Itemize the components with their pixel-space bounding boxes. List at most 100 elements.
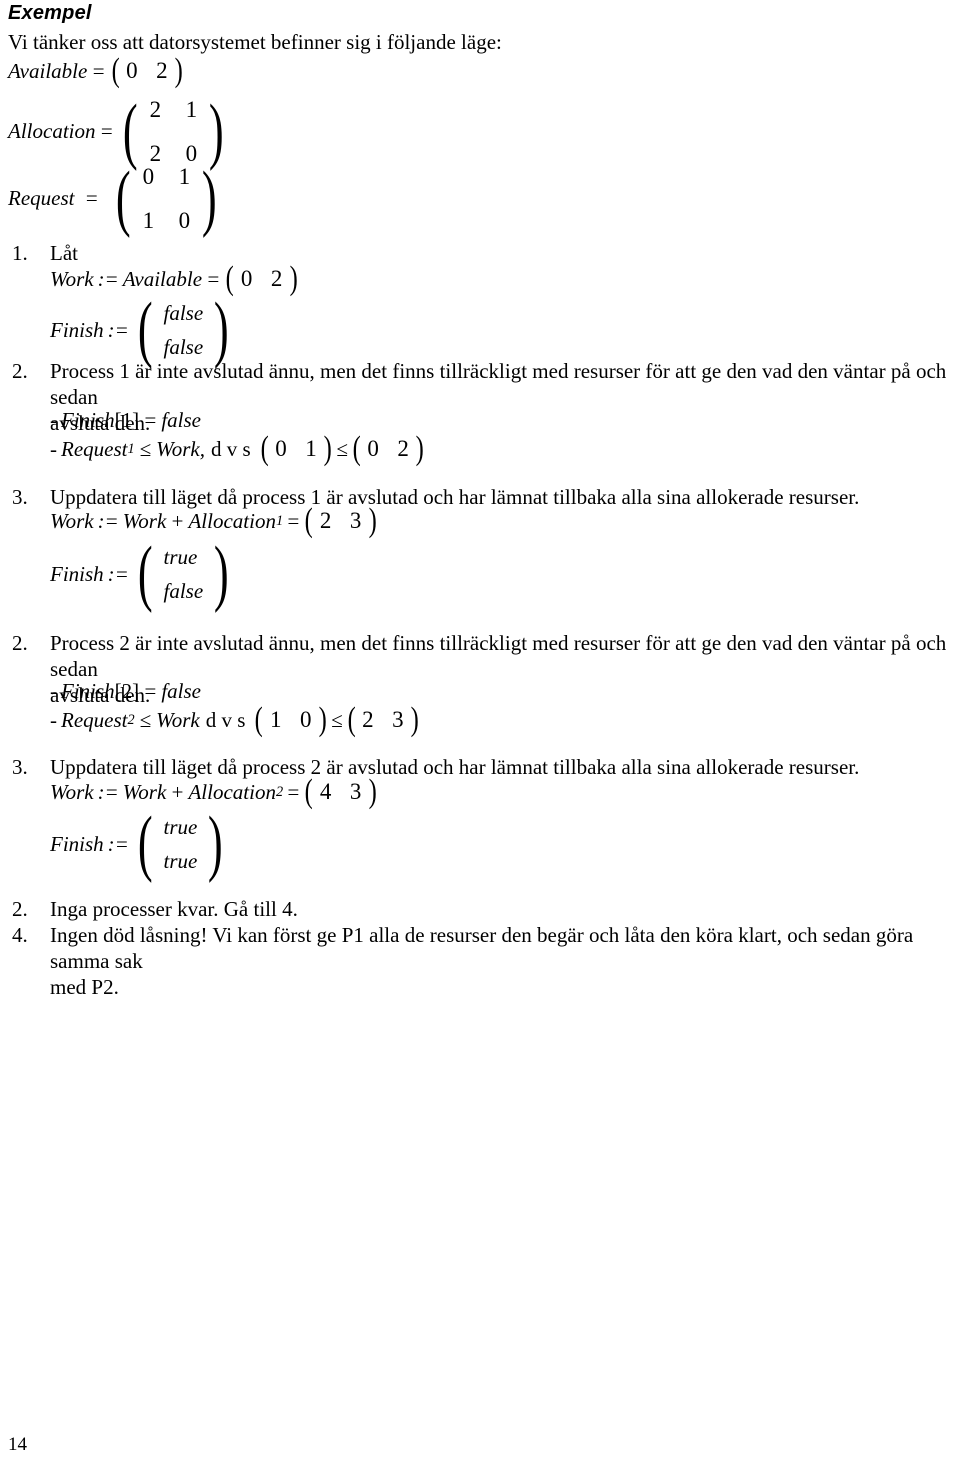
list-number: 4. bbox=[12, 923, 28, 947]
request2-left-vector: ( 1 0 ) bbox=[253, 703, 328, 737]
work-cells: 0 2 bbox=[236, 263, 288, 296]
allocation-label: Allocation bbox=[188, 779, 276, 804]
request-left-cells: 0 1 bbox=[270, 433, 322, 466]
request-equation: Request = ( 0 1 1 0 ) bbox=[8, 155, 222, 242]
work-label: Work bbox=[50, 266, 94, 291]
available-vector: ( 0 2 ) bbox=[110, 54, 185, 88]
assign-symbol: := bbox=[107, 831, 129, 856]
list-item-no-deadlock: 4. Ingen död låsning! Vi kan först ge P1… bbox=[12, 922, 960, 1000]
available-label: Available bbox=[8, 58, 88, 83]
finish-value: true bbox=[163, 545, 198, 569]
cell-value: 1 bbox=[142, 207, 155, 233]
finish-values: true false bbox=[158, 540, 210, 608]
cell-value: 2 bbox=[270, 266, 283, 291]
document-page: Exempel Vi tänker oss att datorsystemet … bbox=[0, 0, 960, 1473]
leq-symbol: ≤ bbox=[331, 707, 343, 732]
update1-work-vector: ( 2 3 ) bbox=[303, 504, 378, 538]
finish-index: [1] bbox=[114, 408, 140, 432]
finish-label: Finish bbox=[61, 679, 115, 703]
dash: - bbox=[50, 679, 57, 703]
work-label: Work, bbox=[156, 436, 205, 461]
finish-vector: ( true false ) bbox=[133, 532, 234, 615]
request2-left-cells: 1 0 bbox=[265, 704, 317, 737]
request-label: Request bbox=[8, 186, 75, 211]
step1-finish-equation: Finish := ( false false ) bbox=[50, 288, 234, 371]
process1-text-line1: Process 1 är inte avslutad ännu, men det… bbox=[50, 359, 947, 409]
request-cells: 0 1 1 0 bbox=[135, 155, 197, 242]
list-number: 3. bbox=[12, 755, 28, 779]
finish-value: true bbox=[163, 849, 198, 874]
paren-left: ( bbox=[352, 430, 361, 468]
work-label: Work bbox=[122, 508, 167, 533]
cell-value: 2 bbox=[397, 436, 409, 461]
list-number: 1. bbox=[12, 241, 28, 265]
vector-row: 0 2 bbox=[121, 55, 173, 88]
equals-symbol: = bbox=[143, 679, 158, 703]
plus-symbol: + bbox=[170, 508, 185, 533]
no-deadlock-line1: Ingen död låsning! Vi kan först ge P1 al… bbox=[50, 923, 914, 973]
request-subscript: 1 bbox=[127, 440, 135, 457]
request2-right-cells: 2 3 bbox=[357, 704, 409, 737]
cell-value: 1 bbox=[178, 164, 191, 189]
finish-values: false false bbox=[158, 296, 210, 364]
update2-work-vector: ( 4 3 ) bbox=[303, 773, 378, 811]
finish-value: false bbox=[161, 679, 202, 703]
cell-value: 3 bbox=[349, 779, 362, 804]
page-title: Exempel bbox=[8, 2, 92, 24]
list-number: 2. bbox=[12, 359, 28, 383]
cell-value: 0 bbox=[275, 436, 287, 461]
finish-values: true true bbox=[158, 810, 204, 878]
matrix-row: 0 1 bbox=[135, 155, 197, 199]
request2-right-vector: ( 2 3 ) bbox=[346, 703, 421, 737]
paren-right: ) bbox=[214, 532, 229, 615]
paren-right: ) bbox=[415, 430, 424, 468]
paren-left: ( bbox=[304, 773, 314, 811]
allocation-label: Allocation bbox=[8, 119, 96, 144]
update2-work-cells: 4 3 bbox=[315, 776, 367, 809]
assign-symbol: := bbox=[107, 317, 129, 342]
request-left-vector: ( 0 1 ) bbox=[259, 430, 334, 468]
leq-symbol: ≤ bbox=[336, 436, 348, 461]
work-label: Work bbox=[50, 779, 94, 804]
cell-value: 0 bbox=[367, 436, 379, 461]
paren-right: ) bbox=[368, 773, 377, 811]
cell-value: 0 bbox=[299, 707, 312, 732]
dash: - bbox=[50, 707, 57, 732]
vector-row: 0 2 bbox=[236, 263, 288, 296]
matrix-row: 1 0 bbox=[135, 199, 197, 243]
available-equals: = bbox=[91, 58, 106, 83]
finish-value: false bbox=[161, 408, 202, 432]
finish-label: Finish bbox=[50, 317, 104, 342]
allocation-label: Allocation bbox=[188, 508, 276, 533]
cell-value: 1 bbox=[185, 97, 198, 122]
finish-value: false bbox=[163, 301, 204, 325]
available-equation: Available = ( 0 2 ) bbox=[8, 54, 185, 88]
cell-value: 1 bbox=[269, 707, 282, 732]
paren-right: ) bbox=[289, 260, 298, 298]
vector-row: 0 2 bbox=[362, 433, 414, 466]
cell-value: 2 bbox=[319, 508, 332, 533]
request-equals: = bbox=[84, 186, 99, 211]
plus-symbol: + bbox=[170, 779, 185, 804]
cell-value: 2 bbox=[362, 707, 374, 732]
leq-symbol: ≤ bbox=[139, 707, 152, 732]
list-body: Inga processer kvar. Gå till 4. bbox=[50, 896, 952, 922]
leq-symbol: ≤ bbox=[139, 436, 152, 461]
paren-left: ( bbox=[260, 430, 269, 468]
dash: - bbox=[50, 436, 57, 461]
allocation-subscript: 2 bbox=[275, 783, 284, 800]
paren-right: ) bbox=[209, 89, 225, 172]
process1-request-condition: - Request 1 ≤ Work, d v s ( 0 1 ) ≤ ( 0 … bbox=[50, 430, 426, 468]
cell-value: 0 bbox=[142, 164, 155, 189]
process2-finish-condition: - Finish [2] = false bbox=[50, 679, 201, 704]
equals-symbol: = bbox=[143, 408, 158, 432]
vector-row: 1 0 bbox=[265, 704, 317, 737]
cell-value: 4 bbox=[319, 779, 332, 804]
paren-right: ) bbox=[214, 288, 229, 371]
paren-right: ) bbox=[208, 802, 224, 885]
allocation-equals: = bbox=[99, 119, 114, 144]
request-label: Request bbox=[61, 707, 128, 732]
cell-value: 0 bbox=[126, 58, 138, 83]
update1-finish-equation: Finish := ( true false ) bbox=[50, 532, 234, 615]
allocation-subscript: 1 bbox=[275, 512, 284, 529]
